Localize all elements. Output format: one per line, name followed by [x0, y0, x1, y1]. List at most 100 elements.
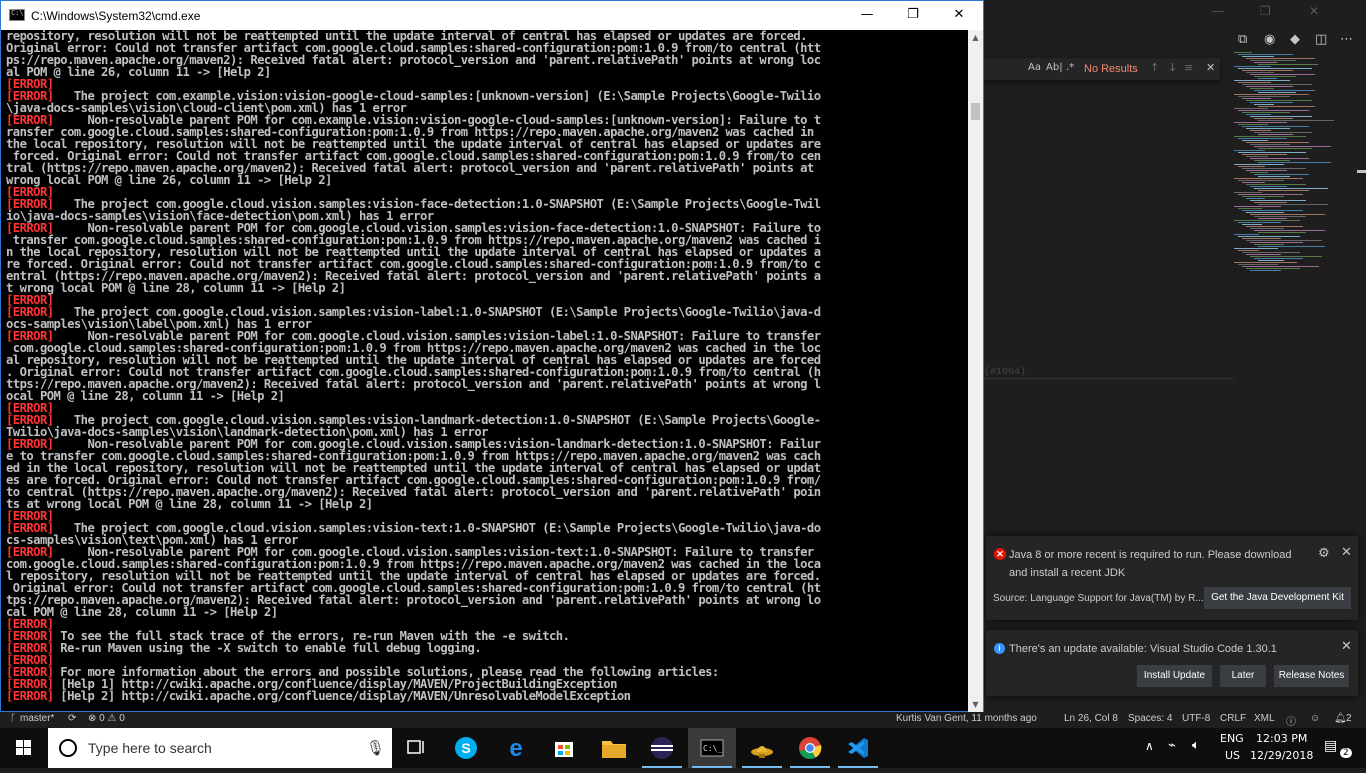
lamp-app[interactable]: [738, 728, 786, 768]
minimap-line: [1234, 164, 1284, 165]
scroll-up-icon[interactable]: ▲: [968, 30, 983, 45]
edge-app[interactable]: e: [492, 728, 540, 768]
scroll-down-icon[interactable]: ▼: [968, 697, 983, 712]
preview-eye-icon[interactable]: ◉: [1264, 32, 1275, 47]
later-button[interactable]: Later: [1220, 665, 1266, 687]
input-language[interactable]: ENG: [1220, 732, 1244, 745]
minimap-line: [1238, 264, 1278, 265]
chrome-app[interactable]: [786, 728, 834, 768]
eclipse-app[interactable]: [638, 728, 686, 768]
minimap-line: [1250, 144, 1290, 145]
microphone-icon[interactable]: 🎙︎: [366, 739, 385, 757]
windows-logo-icon: [16, 740, 31, 755]
match-case-toggle[interactable]: Aa: [1028, 62, 1041, 73]
open-changes-icon[interactable]: ⧉: [1238, 32, 1247, 47]
minimap-line: [1246, 100, 1312, 101]
git-blame[interactable]: Kurtis Van Gent, 11 months ago: [896, 713, 1037, 724]
gear-icon[interactable]: ⚙: [1318, 546, 1330, 561]
minimap-line: [1254, 132, 1312, 133]
vscode-maximize-button[interactable]: ❐: [1260, 4, 1271, 18]
taskbar: Type here to search 🎙︎ S e C:\_ ∧ ⌁ 🔈︎ E…: [0, 728, 1366, 768]
find-in-selection-button[interactable]: ≡: [1184, 61, 1193, 74]
find-next-button[interactable]: ↓: [1168, 61, 1177, 74]
task-view-button[interactable]: [392, 728, 440, 768]
minimap-line: [1242, 210, 1303, 211]
bell-icon[interactable]: 🔔︎: [1334, 713, 1347, 724]
language-mode[interactable]: XML: [1254, 713, 1275, 724]
scrollbar-marker: [1357, 170, 1366, 173]
input-region[interactable]: US: [1225, 749, 1240, 762]
minimize-button[interactable]: —: [844, 1, 890, 30]
start-button[interactable]: [0, 728, 48, 768]
editor-minimap[interactable]: [1230, 52, 1355, 282]
minimap-line: [1250, 256, 1322, 257]
cmd-titlebar[interactable]: C:\Windows\System32\cmd.exe — ❐ ✕: [1, 1, 983, 30]
skype-app[interactable]: S: [442, 728, 490, 768]
release-notes-button[interactable]: Release Notes: [1274, 665, 1349, 687]
minimap-line: [1246, 72, 1274, 73]
get-jdk-button[interactable]: Get the Java Development Kit: [1204, 587, 1351, 609]
console-output[interactable]: repository, resolution will not be reatt…: [6, 30, 968, 706]
indentation[interactable]: Spaces: 4: [1128, 713, 1172, 724]
minimap-line: [1242, 70, 1293, 71]
cmd-app[interactable]: C:\_: [688, 728, 736, 768]
close-button[interactable]: ✕: [936, 1, 982, 30]
maximize-button[interactable]: ❐: [890, 1, 936, 30]
network-icon[interactable]: ⌁: [1168, 738, 1176, 753]
action-center-icon[interactable]: ▤: [1324, 738, 1337, 754]
minimap-line: [1238, 166, 1265, 167]
file-explorer-app[interactable]: [590, 728, 638, 768]
minimap-line: [1238, 124, 1268, 125]
minimap-line: [1246, 170, 1287, 171]
vscode-close-button[interactable]: ✕: [1309, 4, 1319, 18]
encoding[interactable]: UTF-8: [1182, 713, 1210, 724]
minimap-line: [1254, 146, 1331, 147]
line-ending[interactable]: CRLF: [1220, 713, 1246, 724]
close-icon[interactable]: ✕: [1341, 639, 1352, 654]
editor-scrollbar[interactable]: [1357, 52, 1366, 712]
sync-icon[interactable]: ⟳: [68, 713, 76, 724]
problems-indicator[interactable]: ⊗ 0 ⚠ 0: [88, 713, 125, 724]
minimap-line: [1246, 268, 1300, 269]
regex-toggle[interactable]: .*: [1066, 62, 1074, 73]
find-results-label: No Results: [1084, 63, 1138, 75]
info-icon[interactable]: ⓘ: [1286, 713, 1296, 728]
minimap-line: [1242, 224, 1262, 225]
volume-icon[interactable]: 🔈︎: [1192, 738, 1200, 753]
cmd-window: C:\Windows\System32\cmd.exe — ❐ ✕ reposi…: [0, 0, 984, 712]
close-icon[interactable]: ✕: [1341, 545, 1352, 560]
java-notification: ✕ Java 8 or more recent is required to r…: [986, 536, 1358, 620]
find-close-button[interactable]: ✕: [1206, 61, 1215, 74]
scrollbar-thumb[interactable]: [971, 103, 980, 120]
minimap-line: [1254, 104, 1274, 105]
minimap-line: [1254, 90, 1315, 91]
vscode-app[interactable]: [834, 728, 882, 768]
cmd-app-icon[interactable]: [9, 9, 25, 21]
minimap-line: [1250, 116, 1312, 117]
git-compare-icon[interactable]: ◆: [1290, 32, 1300, 47]
store-icon: [555, 742, 573, 757]
minimap-line: [1238, 82, 1271, 83]
vscode-minimize-button[interactable]: —: [1212, 4, 1224, 18]
clock-time[interactable]: 12:03 PM: [1256, 732, 1307, 745]
taskbar-search[interactable]: Type here to search 🎙︎: [48, 728, 392, 768]
git-branch[interactable]: master*: [20, 713, 54, 724]
feedback-smiley-icon[interactable]: ☺: [1310, 713, 1320, 724]
vscode-icon: [848, 738, 868, 758]
clock-date[interactable]: 12/29/2018: [1250, 749, 1313, 762]
install-update-button[interactable]: Install Update: [1137, 665, 1212, 687]
minimap-line: [1258, 204, 1328, 205]
console-scrollbar[interactable]: ▲ ▼: [968, 30, 983, 712]
store-app[interactable]: [540, 728, 588, 768]
minimap-line: [1234, 136, 1306, 137]
whole-word-toggle[interactable]: Ab|: [1046, 62, 1063, 73]
minimap-line: [1258, 218, 1287, 219]
chevron-up-icon[interactable]: ∧: [1145, 739, 1154, 753]
split-editor-icon[interactable]: ◫: [1315, 32, 1327, 47]
find-previous-button[interactable]: ↑: [1150, 61, 1159, 74]
minimap-line: [1234, 234, 1259, 235]
cursor-position[interactable]: Ln 26, Col 8: [1064, 713, 1118, 724]
more-actions-icon[interactable]: ⋯: [1340, 32, 1353, 47]
minimap-line: [1258, 232, 1306, 233]
lamp-icon: [751, 746, 773, 758]
